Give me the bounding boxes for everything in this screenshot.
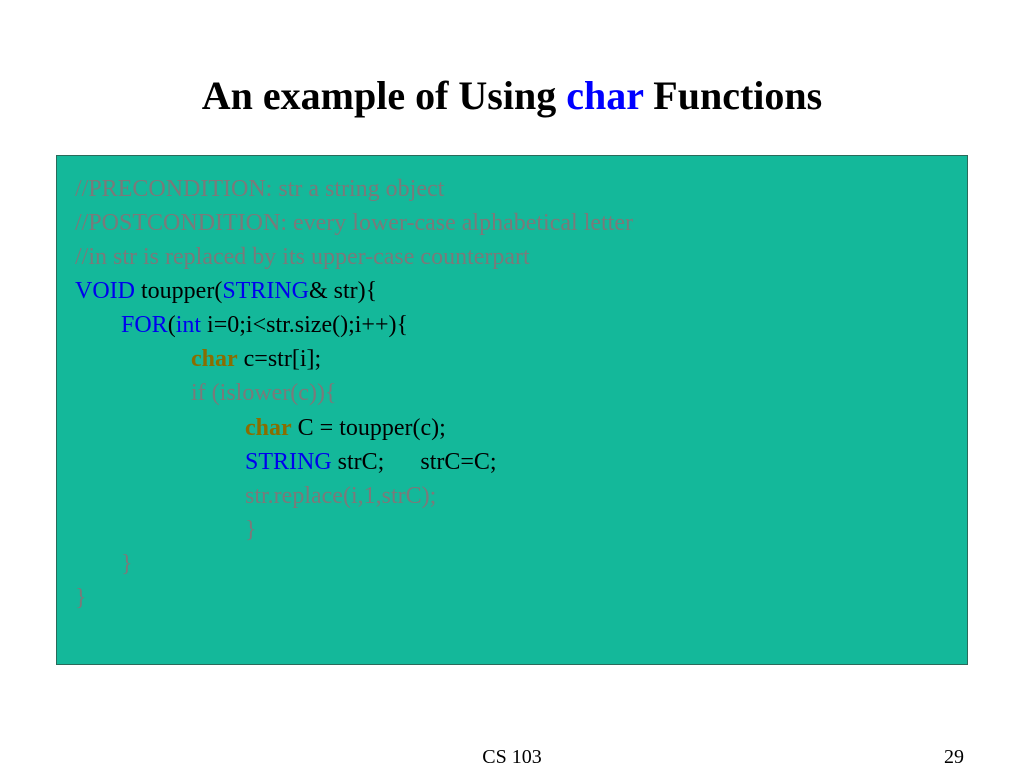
title-highlight: char [566, 73, 643, 118]
code-line-8: char C = toupper(c); [75, 411, 949, 445]
code-line-13: } [75, 581, 949, 615]
kw-int: int [176, 312, 201, 338]
code-line-10: str.replace(i,1,strC); [75, 479, 949, 513]
code-line-4: VOID toupper(STRING& str){ [75, 274, 949, 308]
title-part1: An example of Using [202, 73, 566, 118]
code-comment-2: //POSTCONDITION: every lower-case alphab… [75, 206, 949, 240]
title-part2: Functions [643, 73, 822, 118]
code-line-7: if (islower(c)){ [75, 376, 949, 410]
footer-page-number: 29 [944, 746, 964, 769]
code-line-6: char c=str[i]; [75, 342, 949, 376]
kw-for: FOR [121, 312, 168, 338]
code-line-5: FOR(int i=0;i<str.size();i++){ [75, 308, 949, 342]
kw-char: char [191, 346, 238, 372]
code-line-9: STRING strC; strC=C; [75, 445, 949, 479]
kw-char-2: char [245, 415, 292, 441]
code-box: //PRECONDITION: str a string object //PO… [56, 155, 968, 665]
footer-course: CS 103 [482, 746, 541, 769]
slide-title: An example of Using char Functions [0, 72, 1024, 119]
kw-void: VOID [75, 278, 135, 304]
code-comment-1: //PRECONDITION: str a string object [75, 172, 949, 206]
code-comment-3: //in str is replaced by its upper-case c… [75, 240, 949, 274]
code-line-11: } [75, 513, 949, 547]
kw-string-2: STRING [245, 449, 332, 475]
kw-string: STRING [222, 278, 309, 304]
code-line-12: } [75, 547, 949, 581]
